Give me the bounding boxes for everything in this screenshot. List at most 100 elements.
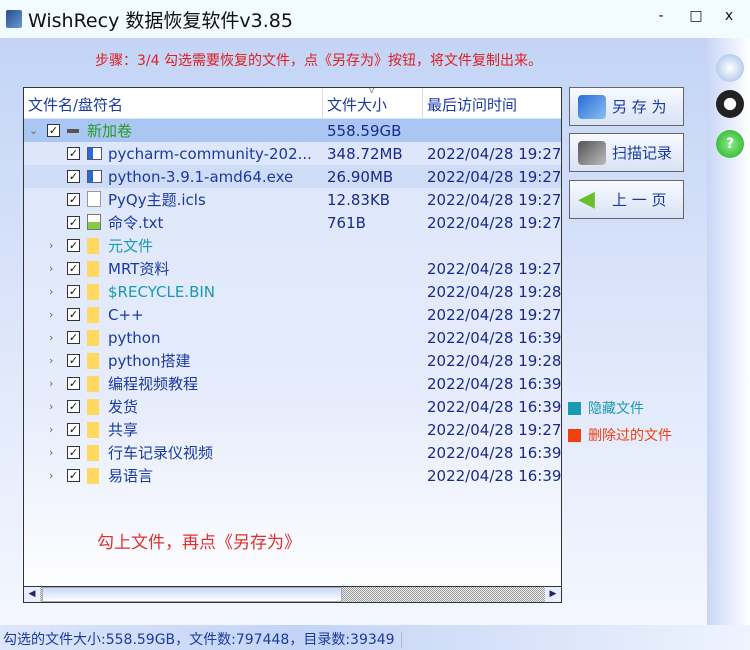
file-icon	[87, 191, 101, 207]
legend-hidden: 隐藏文件	[568, 398, 644, 418]
tree-row[interactable]: › ✓ 编程视频教程 2022/04/28 16:39:	[24, 372, 561, 395]
tree-row[interactable]: › ✓ $RECYCLE.BIN 2022/04/28 19:28:	[24, 280, 561, 303]
app-icon	[6, 10, 22, 28]
row-name: 共享	[108, 421, 139, 439]
row-size: 348.72MB	[327, 144, 403, 163]
file-tree[interactable]: 文件名/盘符名 文件大小 最后访问时间 v ⌄ ✓ 新加卷 558.59GB ✓ pych…	[23, 86, 562, 603]
maximize-button[interactable]: □	[686, 8, 706, 24]
chevron-right-icon[interactable]: ›	[49, 262, 53, 275]
row-checkbox[interactable]: ✓	[67, 262, 80, 275]
row-time: 2022/04/28 16:39:	[427, 397, 561, 416]
legend-swatch	[568, 401, 581, 415]
chevron-right-icon[interactable]: ›	[49, 423, 53, 436]
tree-row[interactable]: › ✓ MRT资料 2022/04/28 19:27:	[24, 257, 561, 280]
folder-icon	[87, 261, 99, 277]
horizontal-scrollbar[interactable]: ◀ ▶	[24, 586, 561, 602]
chevron-right-icon[interactable]: ›	[49, 469, 53, 482]
row-name: C++	[108, 305, 144, 324]
title-bar: WishRecy 数据恢复软件v3.85 - □ x	[0, 0, 750, 38]
row-time: 2022/04/28 19:28:	[427, 351, 561, 370]
chevron-right-icon[interactable]: ›	[49, 377, 53, 390]
tree-row[interactable]: ✓ python-3.9.1-amd64.exe 26.90MB 2022/04/28…	[24, 165, 561, 188]
folder-icon	[87, 399, 99, 415]
folder-icon	[87, 468, 99, 484]
scan-log-button[interactable]: 扫描记录	[569, 133, 684, 172]
settings-icon[interactable]	[716, 54, 744, 82]
help-icon[interactable]: ?	[716, 130, 744, 158]
tree-row[interactable]: ✓ PyQy主题.icls 12.83KB 2022/04/28 19:27:	[24, 188, 561, 211]
tree-row[interactable]: › ✓ python 2022/04/28 16:39:	[24, 326, 561, 349]
tree-row[interactable]: › ✓ 易语言 2022/04/28 16:39:	[24, 464, 561, 487]
row-name: PyQy主题.icls	[108, 191, 206, 209]
chevron-down-icon[interactable]: ⌄	[29, 124, 38, 137]
column-time[interactable]: 最后访问时间	[423, 88, 561, 118]
row-checkbox[interactable]: ✓	[67, 308, 80, 321]
row-checkbox[interactable]: ✓	[67, 354, 80, 367]
row-checkbox[interactable]: ✓	[67, 147, 80, 160]
chevron-right-icon[interactable]: ›	[49, 285, 53, 298]
row-checkbox[interactable]: ✓	[67, 193, 80, 206]
row-checkbox[interactable]: ✓	[67, 446, 80, 459]
tree-row[interactable]: › ✓ 元文件	[24, 234, 561, 257]
camera-icon	[578, 140, 606, 165]
drive-icon	[67, 129, 79, 133]
row-time: 2022/04/28 19:27:	[427, 190, 561, 209]
chevron-right-icon[interactable]: ›	[49, 400, 53, 413]
status-text: 勾选的文件大小:558.59GB，文件数:797448，目录数:39349	[3, 632, 402, 648]
tree-row[interactable]: ✓ 命令.txt 761B 2022/04/28 19:27:	[24, 211, 561, 234]
save-as-button[interactable]: 另 存 为	[569, 87, 684, 126]
folder-icon	[87, 307, 99, 323]
qq-icon[interactable]	[716, 90, 744, 118]
chevron-right-icon[interactable]: ›	[49, 331, 53, 344]
tree-row[interactable]: › ✓ 行车记录仪视频 2022/04/28 16:39:	[24, 441, 561, 464]
row-size: 558.59GB	[327, 121, 402, 140]
row-checkbox[interactable]: ✓	[67, 170, 80, 183]
minimize-button[interactable]: -	[651, 8, 671, 24]
scroll-right-button[interactable]: ▶	[545, 587, 561, 602]
step-instructions: 步骤：3/4 勾选需要恢复的文件，点《另存为》按钮，将文件复制出来。	[95, 53, 542, 69]
row-checkbox[interactable]: ✓	[67, 216, 80, 229]
row-time: 2022/04/28 19:28:	[427, 282, 561, 301]
legend-label: 删除过的文件	[588, 428, 672, 444]
tree-row[interactable]: › ✓ 发货 2022/04/28 16:39:	[24, 395, 561, 418]
scroll-left-button[interactable]: ◀	[24, 587, 40, 602]
status-bar: 勾选的文件大小:558.59GB，文件数:797448，目录数:39349	[0, 625, 750, 650]
tree-row[interactable]: ⌄ ✓ 新加卷 558.59GB	[24, 119, 561, 142]
tree-row[interactable]: › ✓ C++ 2022/04/28 19:27:	[24, 303, 561, 326]
row-name: 新加卷	[87, 122, 133, 140]
row-name: 发货	[108, 398, 139, 416]
chevron-right-icon[interactable]: ›	[49, 308, 53, 321]
scroll-thumb[interactable]	[42, 587, 342, 602]
close-button[interactable]: x	[719, 8, 739, 24]
chevron-right-icon[interactable]: ›	[49, 354, 53, 367]
prev-page-button[interactable]: ◀ 上 一 页	[569, 180, 684, 219]
tree-row[interactable]: ✓ pycharm-community-202... 348.72MB 2022/04…	[24, 142, 561, 165]
row-checkbox[interactable]: ✓	[47, 124, 60, 137]
row-name: 命令.txt	[108, 214, 164, 232]
row-time: 2022/04/28 16:39:	[427, 374, 561, 393]
folder-icon	[87, 284, 99, 300]
row-checkbox[interactable]: ✓	[67, 469, 80, 482]
row-size: 26.90MB	[327, 167, 394, 186]
chevron-right-icon[interactable]: ›	[49, 446, 53, 459]
folder-icon	[87, 422, 99, 438]
tree-row[interactable]: › ✓ 共享 2022/04/28 19:27:	[24, 418, 561, 441]
row-checkbox[interactable]: ✓	[67, 285, 80, 298]
folder-icon	[87, 376, 99, 392]
legend-deleted: 删除过的文件	[568, 425, 672, 445]
tree-row[interactable]: › ✓ python搭建 2022/04/28 19:28:	[24, 349, 561, 372]
row-time: 2022/04/28 19:27:	[427, 420, 561, 439]
row-checkbox[interactable]: ✓	[67, 239, 80, 252]
row-name: 元文件	[108, 237, 154, 255]
scan-log-label: 扫描记录	[612, 144, 673, 162]
row-checkbox[interactable]: ✓	[67, 423, 80, 436]
save-as-label: 另 存 为	[612, 98, 667, 116]
row-checkbox[interactable]: ✓	[67, 377, 80, 390]
column-name[interactable]: 文件名/盘符名	[24, 88, 323, 118]
row-size: 761B	[327, 213, 366, 232]
row-checkbox[interactable]: ✓	[67, 331, 80, 344]
row-name: python搭建	[108, 352, 191, 370]
row-checkbox[interactable]: ✓	[67, 400, 80, 413]
chevron-right-icon[interactable]: ›	[49, 239, 53, 252]
row-size: 12.83KB	[327, 190, 391, 209]
